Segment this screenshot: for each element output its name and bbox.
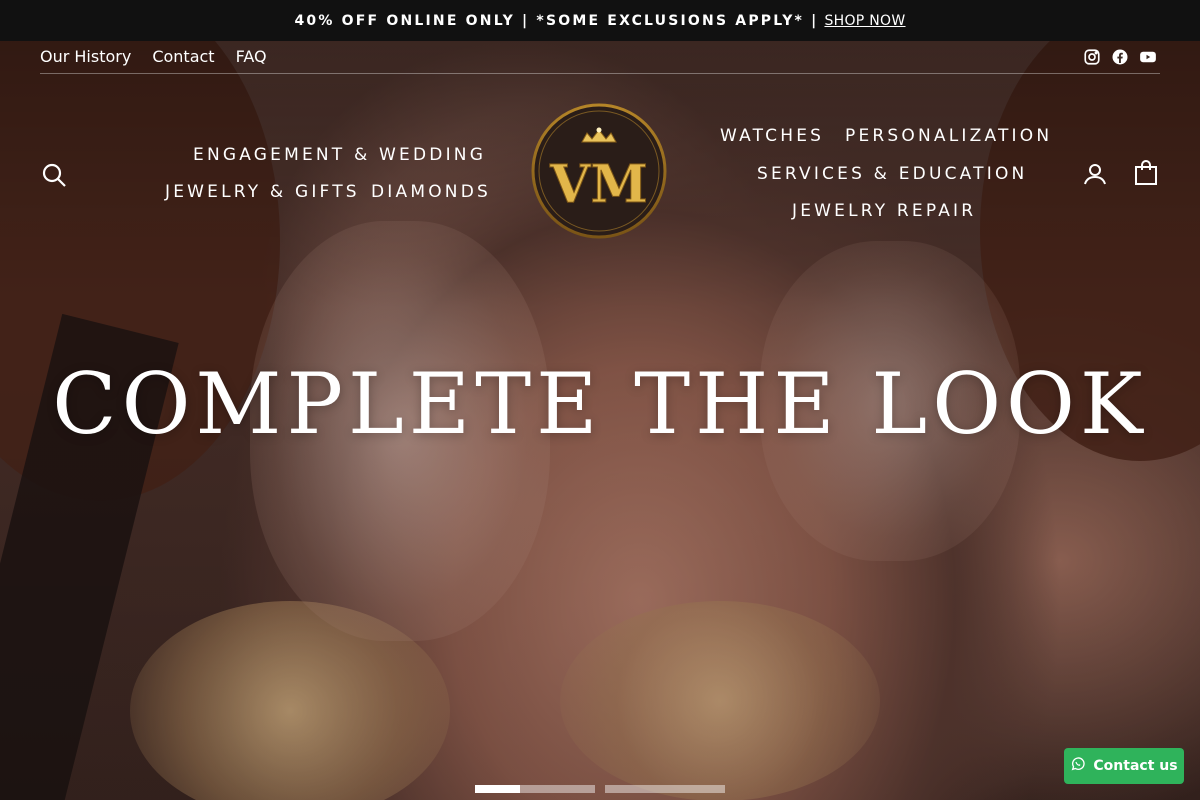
nav-diamonds[interactable]: DIAMONDS bbox=[371, 182, 491, 202]
account-icon[interactable] bbox=[1083, 162, 1107, 186]
slide-indicator-1[interactable] bbox=[475, 785, 520, 793]
search-icon[interactable] bbox=[41, 162, 67, 188]
whatsapp-icon bbox=[1070, 756, 1086, 776]
nav-services-education[interactable]: SERVICES & EDUCATION bbox=[757, 164, 1027, 184]
nav-contact[interactable]: Contact bbox=[152, 47, 214, 66]
slider-indicators bbox=[475, 785, 725, 793]
nav-watches[interactable]: WATCHES bbox=[720, 126, 824, 146]
utility-nav: Our History Contact FAQ bbox=[40, 41, 1160, 74]
brand-logo[interactable]: VM bbox=[530, 102, 668, 240]
youtube-icon[interactable] bbox=[1139, 48, 1157, 66]
nav-faq[interactable]: FAQ bbox=[236, 47, 267, 66]
facebook-icon[interactable] bbox=[1111, 48, 1129, 66]
instagram-icon[interactable] bbox=[1083, 48, 1101, 66]
announcement-bar: 40% OFF ONLINE ONLY | *SOME EXCLUSIONS A… bbox=[0, 0, 1200, 41]
nav-jewelry-gifts[interactable]: JEWELRY & GIFTS bbox=[165, 182, 360, 202]
contact-us-label: Contact us bbox=[1093, 758, 1178, 774]
nav-personalization[interactable]: PERSONALIZATION bbox=[845, 126, 1052, 146]
cart-icon[interactable] bbox=[1134, 160, 1158, 186]
nav-engagement-wedding[interactable]: ENGAGEMENT & WEDDING bbox=[193, 145, 486, 165]
social-links bbox=[1083, 48, 1157, 66]
slide-indicator-2[interactable] bbox=[520, 785, 595, 793]
announcement-text: 40% OFF ONLINE ONLY | *SOME EXCLUSIONS A… bbox=[294, 12, 819, 29]
nav-jewelry-repair[interactable]: JEWELRY REPAIR bbox=[792, 201, 976, 221]
contact-us-button[interactable]: Contact us bbox=[1064, 748, 1184, 784]
logo-monogram: VM bbox=[549, 154, 648, 215]
shop-now-link[interactable]: SHOP NOW bbox=[824, 13, 905, 29]
nav-our-history[interactable]: Our History bbox=[40, 47, 131, 66]
hero-headline: COMPLETE THE LOOK bbox=[52, 355, 1148, 453]
slide-indicator-3[interactable] bbox=[605, 785, 725, 793]
